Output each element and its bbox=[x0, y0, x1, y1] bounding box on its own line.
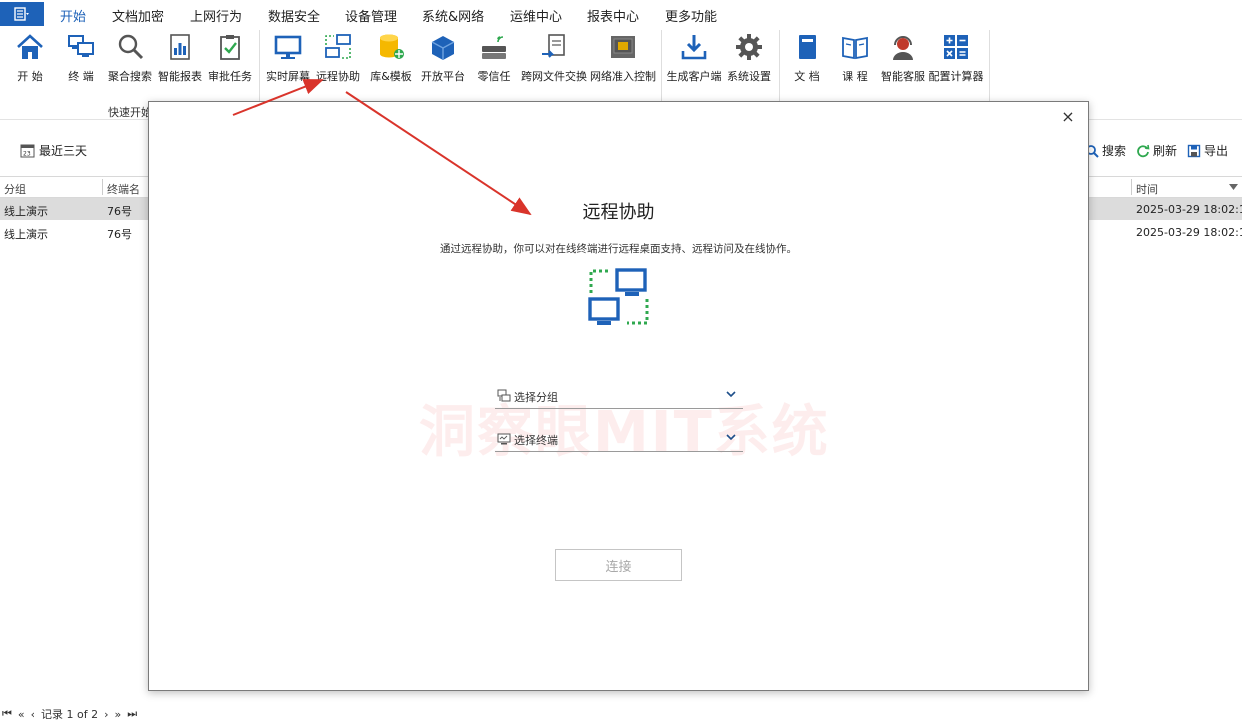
next-group-icon[interactable]: » bbox=[115, 708, 122, 721]
router-icon bbox=[482, 36, 506, 59]
cube-icon bbox=[431, 36, 455, 60]
pager: ⏮ « ‹ 记录 1 of 2 › » ⏭ bbox=[2, 706, 137, 722]
ribbon-label: 跨网文件交换 bbox=[521, 70, 587, 83]
cell-group: 线上演示 bbox=[4, 205, 48, 218]
menu-tab-ops-center[interactable]: 运维中心 bbox=[510, 6, 562, 25]
column-header-terminal-name[interactable]: 终端名 bbox=[107, 181, 140, 197]
app-menu-button[interactable] bbox=[0, 2, 44, 26]
menu-tab-internet-behavior[interactable]: 上网行为 bbox=[190, 6, 242, 25]
ribbon-separator bbox=[661, 30, 662, 102]
calendar-icon: 23 bbox=[20, 144, 35, 158]
download-icon bbox=[681, 35, 707, 60]
ribbon-separator bbox=[989, 30, 990, 102]
export-icon bbox=[1187, 144, 1201, 157]
refresh-button[interactable]: 刷新 bbox=[1136, 142, 1177, 159]
menu-bar: 开始 文档加密 上网行为 数据安全 设备管理 系统&网络 运维中心 报表中心 更… bbox=[0, 0, 1242, 31]
ribbon-group-label: 快速开始 bbox=[108, 106, 152, 119]
search-icon bbox=[118, 34, 144, 60]
gear-icon bbox=[736, 34, 762, 60]
calculator-icon bbox=[944, 35, 968, 59]
date-filter-label: 最近三天 bbox=[39, 144, 88, 158]
ribbon-file-exchange-button[interactable]: 跨网文件交换 bbox=[521, 32, 587, 84]
home-icon bbox=[17, 34, 43, 59]
menu-tab-system-network[interactable]: 系统&网络 bbox=[422, 6, 484, 25]
date-filter-button[interactable]: 23 最近三天 bbox=[20, 142, 87, 159]
report-icon bbox=[170, 34, 190, 60]
cell-time: 2025-03-29 18:02:13 bbox=[1136, 226, 1242, 239]
column-divider[interactable] bbox=[1131, 179, 1132, 195]
file-exchange-icon bbox=[542, 34, 565, 58]
cell-terminal-name: 76号 bbox=[107, 205, 132, 218]
first-page-icon[interactable]: ⏮ bbox=[2, 707, 12, 721]
export-label: 导出 bbox=[1203, 144, 1228, 158]
remote-assist-dialog: × 远程协助 通过远程协助，你可以对在线终端进行远程桌面支持、远程访问及在线协作… bbox=[148, 101, 1089, 691]
record-count: 记录 1 of 2 bbox=[41, 708, 99, 721]
connect-button[interactable]: 连接 bbox=[555, 549, 682, 581]
menu-tab-doc-encrypt[interactable]: 文档加密 bbox=[112, 6, 164, 25]
chevron-down-icon[interactable] bbox=[725, 388, 737, 400]
list-icon bbox=[14, 7, 29, 21]
dialog-title: 远程协助 bbox=[582, 202, 655, 223]
terminal-monitor-icon bbox=[497, 433, 511, 445]
search-button[interactable]: 搜索 bbox=[1085, 142, 1126, 159]
refresh-label: 刷新 bbox=[1152, 144, 1177, 158]
approval-icon bbox=[220, 35, 240, 60]
cell-group: 线上演示 bbox=[4, 228, 48, 241]
ribbon-label: 网络准入控制 bbox=[590, 70, 656, 83]
last-page-icon[interactable]: ⏭ bbox=[127, 707, 137, 721]
menu-tab-more[interactable]: 更多功能 bbox=[665, 6, 717, 25]
group-select[interactable]: 选择分组 bbox=[495, 385, 743, 409]
chevron-down-icon[interactable] bbox=[725, 431, 737, 443]
column-header-time[interactable]: 时间 bbox=[1136, 181, 1158, 197]
cell-time: 2025-03-29 18:02:13 bbox=[1136, 203, 1242, 216]
search-label: 搜索 bbox=[1101, 144, 1126, 158]
menu-tab-data-security[interactable]: 数据安全 bbox=[268, 6, 320, 25]
ribbon-config-calculator-button[interactable]: 配置计算器 bbox=[928, 32, 984, 84]
menu-tab-device-management[interactable]: 设备管理 bbox=[345, 6, 397, 25]
sort-desc-icon[interactable] bbox=[1229, 184, 1238, 190]
group-select-value: 选择分组 bbox=[514, 391, 558, 404]
ribbon-zero-trust-button[interactable]: 零信任 bbox=[466, 32, 522, 84]
terminal-select-value: 选择终端 bbox=[514, 434, 558, 447]
terminal-icon bbox=[68, 35, 94, 57]
book-icon bbox=[799, 35, 816, 59]
svg-text:23: 23 bbox=[23, 151, 31, 158]
dialog-description: 通过远程协助，你可以对在线终端进行远程桌面支持、远程访问及在线协作。 bbox=[440, 243, 797, 255]
column-header-group[interactable]: 分组 bbox=[4, 181, 26, 197]
export-button[interactable]: 导出 bbox=[1187, 142, 1228, 159]
close-icon[interactable]: × bbox=[1060, 109, 1076, 126]
cell-terminal-name: 76号 bbox=[107, 228, 132, 241]
ribbon-network-access-button[interactable]: 网络准入控制 bbox=[590, 32, 656, 84]
monitor-icon bbox=[274, 35, 302, 59]
terminal-select[interactable]: 选择终端 bbox=[495, 428, 743, 452]
group-network-icon bbox=[497, 389, 511, 402]
remote-computers-icon bbox=[588, 268, 649, 325]
remote-assist-icon bbox=[325, 34, 351, 59]
refresh-icon bbox=[1137, 144, 1150, 157]
menu-tab-report-center[interactable]: 报表中心 bbox=[587, 6, 639, 25]
next-page-icon[interactable]: › bbox=[104, 708, 108, 721]
prev-group-icon[interactable]: « bbox=[18, 708, 25, 721]
column-divider[interactable] bbox=[102, 179, 103, 195]
network-access-icon bbox=[611, 36, 635, 58]
prev-page-icon[interactable]: ‹ bbox=[31, 708, 35, 721]
database-icon bbox=[380, 34, 404, 59]
open-book-icon bbox=[842, 36, 868, 60]
headset-icon bbox=[893, 36, 913, 60]
ribbon-label: 配置计算器 bbox=[928, 70, 984, 83]
menu-tab-start[interactable]: 开始 bbox=[55, 6, 91, 31]
